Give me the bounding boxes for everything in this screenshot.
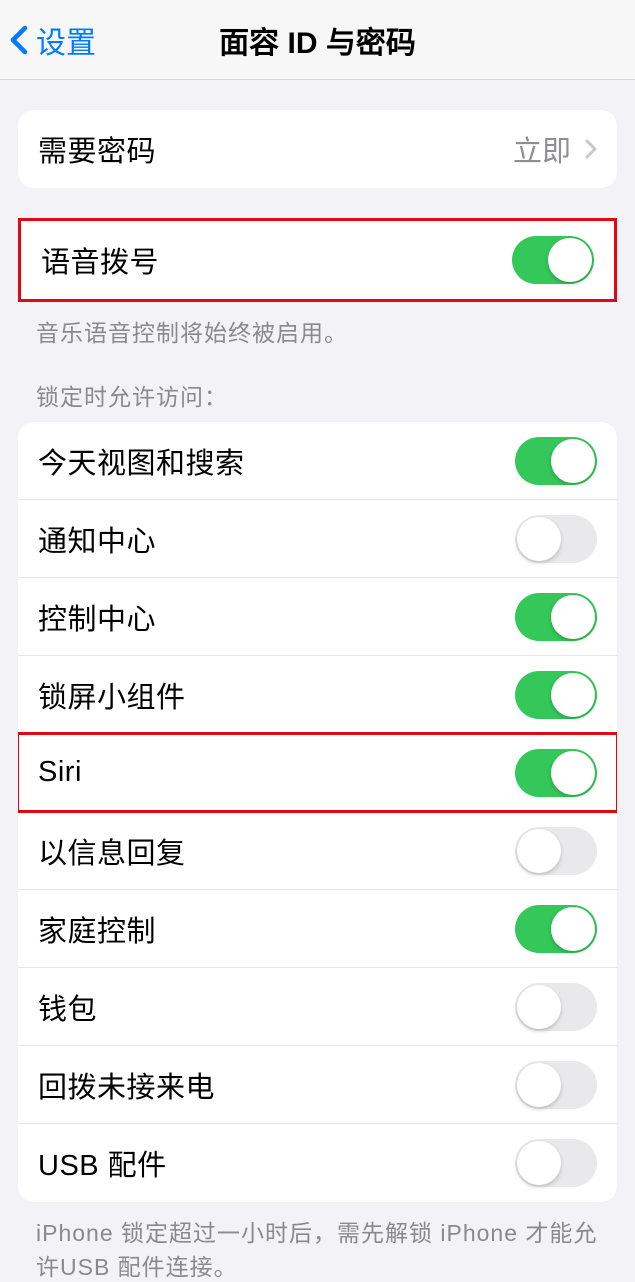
lock-access-row: 回拨未接来电	[18, 1046, 617, 1124]
toggle-knob	[551, 907, 595, 951]
lock-access-row: 家庭控制	[18, 890, 617, 968]
lock-access-label: 家庭控制	[38, 908, 156, 950]
lock-access-label: 今天视图和搜索	[38, 440, 245, 482]
toggle-knob	[551, 595, 595, 639]
lock-access-toggle[interactable]	[515, 593, 597, 641]
toggle-knob	[517, 829, 561, 873]
chevron-left-icon	[10, 25, 28, 55]
lock-access-toggle[interactable]	[515, 1061, 597, 1109]
lock-access-label: 回拨未接来电	[38, 1064, 215, 1106]
lock-access-row: USB 配件	[18, 1124, 617, 1202]
toggle-knob	[517, 1063, 561, 1107]
toggle-knob	[548, 238, 592, 282]
chevron-right-icon	[585, 139, 597, 159]
toggle-knob	[551, 439, 595, 483]
lock-access-toggle[interactable]	[515, 437, 597, 485]
lock-access-row: 钱包	[18, 968, 617, 1046]
lock-access-row: 今天视图和搜索	[18, 422, 617, 500]
lock-access-toggle[interactable]	[515, 1139, 597, 1187]
require-passcode-detail: 立即	[513, 128, 597, 170]
lock-access-toggle[interactable]	[515, 749, 597, 797]
back-label: 设置	[36, 18, 96, 62]
voice-dial-toggle[interactable]	[512, 236, 594, 284]
lock-access-label: USB 配件	[38, 1142, 167, 1184]
page-title: 面容 ID 与密码	[219, 18, 416, 62]
lock-access-footer: iPhone 锁定超过一小时后，需先解锁 iPhone 才能允许USB 配件连接…	[0, 1202, 635, 1282]
passcode-group: 需要密码 立即	[18, 110, 617, 188]
lock-access-toggle[interactable]	[515, 827, 597, 875]
voice-dial-group: 语音拨号	[18, 218, 617, 302]
lock-access-row: 通知中心	[18, 500, 617, 578]
voice-dial-footer: 音乐语音控制将始终被启用。	[0, 302, 635, 348]
require-passcode-label: 需要密码	[38, 128, 156, 170]
lock-access-row: 以信息回复	[18, 812, 617, 890]
toggle-knob	[551, 673, 595, 717]
lock-access-label: Siri	[38, 756, 82, 789]
toggle-knob	[517, 1141, 561, 1185]
lock-access-row: 锁屏小组件	[18, 656, 617, 734]
lock-access-header: 锁定时允许访问：	[0, 348, 635, 422]
back-button[interactable]: 设置	[0, 18, 96, 62]
voice-dial-row: 语音拨号	[21, 221, 614, 299]
require-passcode-row[interactable]: 需要密码 立即	[18, 110, 617, 188]
lock-access-label: 控制中心	[38, 596, 156, 638]
lock-access-row: 控制中心	[18, 578, 617, 656]
lock-access-label: 通知中心	[38, 518, 156, 560]
voice-dial-label: 语音拨号	[41, 239, 159, 281]
lock-access-toggle[interactable]	[515, 515, 597, 563]
nav-bar: 设置 面容 ID 与密码	[0, 0, 635, 80]
lock-access-toggle[interactable]	[515, 983, 597, 1031]
lock-access-label: 以信息回复	[38, 830, 186, 872]
lock-access-toggle[interactable]	[515, 671, 597, 719]
toggle-knob	[551, 751, 595, 795]
toggle-knob	[517, 985, 561, 1029]
lock-access-toggle[interactable]	[515, 905, 597, 953]
toggle-knob	[517, 517, 561, 561]
lock-access-label: 锁屏小组件	[38, 674, 186, 716]
lock-access-row: Siri	[18, 734, 617, 812]
lock-access-label: 钱包	[38, 986, 97, 1028]
lock-access-group: 今天视图和搜索通知中心控制中心锁屏小组件 Siri 以信息回复家庭控制钱包回拨未接来…	[18, 422, 617, 1202]
content: 需要密码 立即 语音拨号 音乐语音控制将始终被启用。 锁定时允许访问： 今天视图…	[0, 110, 635, 1282]
require-passcode-value: 立即	[513, 128, 571, 170]
